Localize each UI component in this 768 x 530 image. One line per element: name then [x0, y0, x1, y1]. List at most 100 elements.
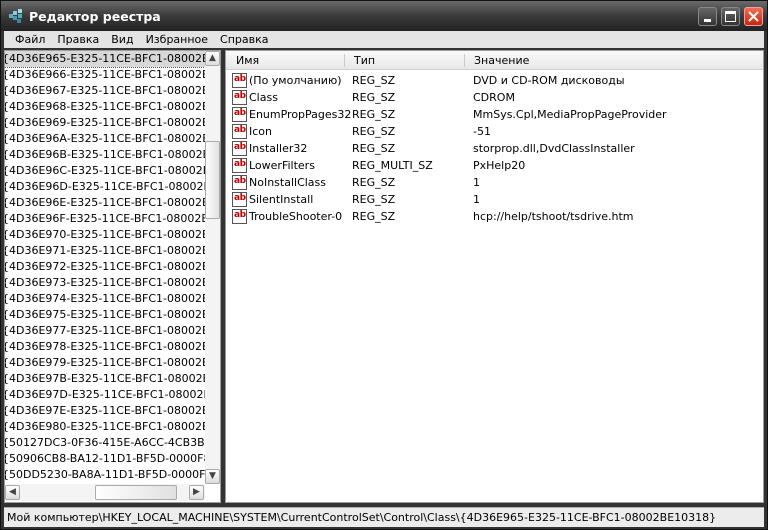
tree-key-item[interactable]: {4D36E96C-E325-11CE-BFC1-08002BE10318}	[5, 163, 205, 179]
string-value-icon: ab	[232, 175, 247, 190]
value-type: REG_SZ	[352, 108, 396, 121]
value-name: Installer32	[249, 142, 308, 155]
minimize-button[interactable]	[698, 7, 717, 26]
tree-key-item[interactable]: {4D36E970-E325-11CE-BFC1-08002BE10318}	[5, 227, 205, 243]
horizontal-scroll-thumb[interactable]	[95, 485, 177, 500]
tree-key-item[interactable]: {4D36E97B-E325-11CE-BFC1-08002BE10318}	[5, 371, 205, 387]
menu-help[interactable]: Справка	[214, 31, 274, 48]
close-button[interactable]	[744, 7, 763, 26]
value-row[interactable]: ab TroubleShooter-0 REG_SZ hcp://help/tshoo…	[226, 208, 763, 225]
vertical-scroll-thumb[interactable]	[205, 141, 220, 219]
value-row[interactable]: ab NoInstallClass REG_SZ 1	[226, 174, 763, 191]
tree-key-item[interactable]: {4D36E967-E325-11CE-BFC1-08002BE10318}	[5, 83, 205, 99]
string-value-icon: ab	[232, 124, 247, 139]
tree-key-item[interactable]: {4D36E977-E325-11CE-BFC1-08002BE10318}	[5, 323, 205, 339]
string-value-icon: ab	[232, 90, 247, 105]
title-bar[interactable]: Редактор реестра	[1, 1, 767, 31]
string-value-icon: ab	[232, 141, 247, 156]
value-name: Class	[249, 91, 278, 104]
value-row[interactable]: ab Icon REG_SZ -51	[226, 123, 763, 140]
value-row[interactable]: ab EnumPropPages32 REG_SZ MmSys.Cpl,MediaPr…	[226, 106, 763, 123]
window-title: Редактор реестра	[29, 9, 161, 24]
value-name: Icon	[249, 125, 272, 138]
string-value-icon: ab	[232, 107, 247, 122]
value-name: (По умолчанию)	[249, 74, 342, 87]
value-type: REG_SZ	[352, 176, 396, 189]
tree-key-item[interactable]: {4D36E979-E325-11CE-BFC1-08002BE10318}	[5, 355, 205, 371]
tree-key-item[interactable]: {4D36E96A-E325-11CE-BFC1-08002BE10318}	[5, 131, 205, 147]
menu-file[interactable]: Файл	[9, 31, 51, 48]
tree-key-item[interactable]: {4D36E972-E325-11CE-BFC1-08002BE10318}	[5, 259, 205, 275]
close-icon	[748, 11, 759, 22]
menu-bar: Файл Правка Вид Избранное Справка	[4, 31, 764, 48]
tree-key-item[interactable]: {4D36E96F-E325-11CE-BFC1-08002BE10318}	[5, 211, 205, 227]
maximize-icon	[725, 11, 736, 22]
value-row[interactable]: ab Class REG_SZ CDROM	[226, 89, 763, 106]
column-value[interactable]: Значение	[474, 54, 529, 67]
value-name: LowerFilters	[249, 159, 315, 172]
menu-favorites[interactable]: Избранное	[140, 31, 214, 48]
values-list: ab (По умолчанию) REG_SZ DVD и CD-ROM диско…	[226, 70, 763, 225]
tree-key-item[interactable]: {50906CB8-BA12-11D1-BF5D-0000F805F530}	[5, 451, 205, 467]
value-row[interactable]: ab Installer32 REG_SZ storprop.dll,DvdClass…	[226, 140, 763, 157]
value-data: hcp://help/tshoot/tsdrive.htm	[473, 210, 634, 223]
value-data: -51	[473, 125, 491, 138]
string-value-icon: ab	[232, 158, 247, 173]
tree-key-item[interactable]: {50127DC3-0F36-415E-A6CC-4CB3BE910B65}	[5, 435, 205, 451]
vertical-scrollbar[interactable]: ▲ ▼	[205, 51, 220, 484]
tree-key-item[interactable]: {4D36E97D-E325-11CE-BFC1-08002BE10318}	[5, 387, 205, 403]
value-data: storprop.dll,DvdClassInstaller	[473, 142, 635, 155]
value-data: DVD и CD-ROM дисководы	[473, 74, 625, 87]
value-type: REG_SZ	[352, 142, 396, 155]
tree-key-item[interactable]: {4D36E96B-E325-11CE-BFC1-08002BE10318}	[5, 147, 205, 163]
value-name: EnumPropPages32	[249, 108, 352, 121]
tree-key-item[interactable]: {4D36E980-E325-11CE-BFC1-08002BE10318}	[5, 419, 205, 435]
horizontal-scrollbar[interactable]: ◀ ▶	[5, 484, 205, 501]
values-pane: Имя Тип Значение ab (По умолчанию) REG_SZ D…	[225, 50, 764, 503]
tree-key-item[interactable]: {4D36E978-E325-11CE-BFC1-08002BE10318}	[5, 339, 205, 355]
value-row[interactable]: ab SilentInstall REG_SZ 1	[226, 191, 763, 208]
tree-key-item[interactable]: {4D36E97E-E325-11CE-BFC1-08002BE10318}	[5, 403, 205, 419]
status-bar: Мой компьютер\HKEY_LOCAL_MACHINE\SYSTEM\…	[4, 507, 764, 527]
key-tree-pane: {4D36E965-E325-11CE-BFC1-08002BE10318}{4…	[4, 50, 221, 503]
tree-key-item[interactable]: {4D36E968-E325-11CE-BFC1-08002BE10318}	[5, 99, 205, 115]
tree-key-item[interactable]: {4D36E969-E325-11CE-BFC1-08002BE10318}	[5, 115, 205, 131]
tree-key-item[interactable]: {4D36E965-E325-11CE-BFC1-08002BE10318}	[5, 51, 205, 68]
tree-key-item[interactable]: {4D36E96E-E325-11CE-BFC1-08002BE10318}	[5, 195, 205, 211]
value-type: REG_SZ	[352, 91, 396, 104]
menu-view[interactable]: Вид	[105, 31, 139, 48]
tree-key-item[interactable]: {50DD5230-BA8A-11D1-BF5D-0000F805F530}	[5, 467, 205, 483]
column-type[interactable]: Тип	[354, 54, 375, 67]
scroll-left-button[interactable]: ◀	[5, 485, 20, 500]
value-row[interactable]: ab (По умолчанию) REG_SZ DVD и CD-ROM диско…	[226, 72, 763, 89]
minimize-icon	[704, 19, 711, 22]
tree-key-item[interactable]: {4D36E971-E325-11CE-BFC1-08002BE10318}	[5, 243, 205, 259]
value-type: REG_SZ	[352, 125, 396, 138]
scroll-right-button[interactable]: ▶	[189, 485, 204, 500]
value-name: SilentInstall	[249, 193, 314, 206]
tree-key-item[interactable]: {4D36E975-E325-11CE-BFC1-08002BE10318}	[5, 307, 205, 323]
tree-key-item[interactable]: {4D36E973-E325-11CE-BFC1-08002BE10318}	[5, 275, 205, 291]
value-data: PxHelp20	[473, 159, 526, 172]
registry-app-icon	[9, 9, 22, 23]
scroll-up-button[interactable]: ▲	[205, 51, 220, 66]
column-header: Имя Тип Значение	[226, 51, 763, 70]
string-value-icon: ab	[232, 73, 247, 88]
column-name[interactable]: Имя	[236, 54, 259, 67]
value-row[interactable]: ab LowerFilters REG_MULTI_SZ PxHelp20	[226, 157, 763, 174]
value-name: TroubleShooter-0	[249, 210, 343, 223]
value-data: CDROM	[473, 91, 515, 104]
value-type: REG_MULTI_SZ	[352, 159, 433, 172]
value-data: 1	[473, 176, 480, 189]
menu-edit[interactable]: Правка	[51, 31, 105, 48]
scroll-down-button[interactable]: ▼	[205, 469, 220, 484]
registry-editor-window: Редактор реестра Файл Правка Вид Избранн…	[0, 0, 768, 530]
value-type: REG_SZ	[352, 210, 396, 223]
maximize-button[interactable]	[721, 7, 740, 26]
tree-key-item[interactable]: {4D36E96D-E325-11CE-BFC1-08002BE10318}	[5, 179, 205, 195]
tree-key-item[interactable]: {4D36E974-E325-11CE-BFC1-08002BE10318}	[5, 291, 205, 307]
tree-key-item[interactable]: {4D36E966-E325-11CE-BFC1-08002BE10318}	[5, 67, 205, 83]
string-value-icon: ab	[232, 192, 247, 207]
value-name: NoInstallClass	[249, 176, 327, 189]
value-type: REG_SZ	[352, 74, 396, 87]
